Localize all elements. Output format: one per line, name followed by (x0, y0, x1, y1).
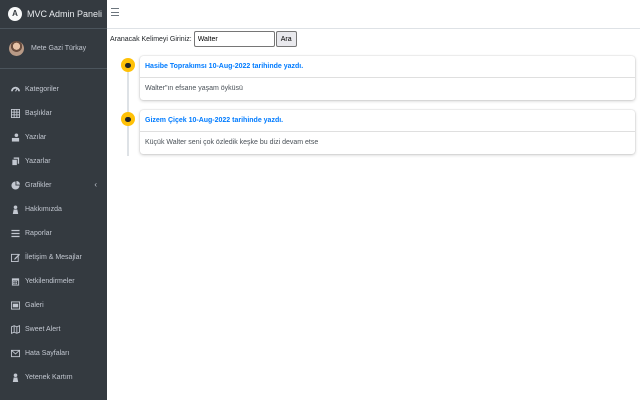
sidebar-item-grafikler[interactable]: Grafikler ‹ (0, 173, 107, 197)
sidebar-item-sweet-alert[interactable]: Sweet Alert (0, 317, 107, 341)
list-icon (11, 229, 20, 238)
edit-icon (11, 253, 20, 262)
sidebar-item-yetkilendirmeler[interactable]: Yetkilendirmeler (0, 269, 107, 293)
sidebar-item-hakkimizda[interactable]: Hakkımızda (0, 197, 107, 221)
sidebar: A MVC Admin Paneli Mete Gazi Türkay Kate… (0, 0, 107, 400)
user-panel[interactable]: Mete Gazi Türkay (0, 29, 107, 69)
main-content: Aranacak Kelimeyi Giriniz: Ara Hasibe To… (107, 29, 640, 400)
sidebar-item-yetenek-kartim[interactable]: Yetenek Kartım (0, 365, 107, 389)
writer-icon (11, 132, 20, 142)
copy-icon (11, 156, 20, 166)
timeline-item-header[interactable]: Hasibe Toprakımsı 10-Aug-2022 tarihinde … (140, 56, 635, 78)
timeline-line (127, 63, 129, 156)
sidebar-item-galeri[interactable]: Galeri (0, 293, 107, 317)
sidebar-item-label: Hakkımızda (25, 205, 62, 213)
avatar (9, 41, 24, 56)
sidebar-item-label: Başlıklar (25, 109, 52, 117)
top-navbar (107, 0, 640, 29)
sidebar-item-yazarlar[interactable]: Yazarlar (0, 149, 107, 173)
sidebar-item-label: Yetkilendirmeler (25, 277, 75, 285)
image-icon (11, 300, 20, 310)
dashboard-icon (11, 85, 20, 94)
brand-title: MVC Admin Paneli (27, 9, 103, 19)
sidebar-item-label: Kategoriler (25, 85, 59, 93)
sidebar-item-basliklar[interactable]: Başlıklar (0, 101, 107, 125)
sidebar-item-label: Yetenek Kartım (25, 373, 73, 381)
sidebar-item-hata-sayfalari[interactable]: Hata Sayfaları (0, 341, 107, 365)
calendar-icon (11, 277, 20, 286)
sidebar-item-kategoriler[interactable]: Kategoriler (0, 77, 107, 101)
pie-chart-icon (11, 180, 20, 190)
sidebar-item-label: İletişim & Mesajlar (25, 253, 82, 261)
timeline-item-body: Walter"ın efsane yaşam öyküsü (145, 85, 243, 92)
map-icon (11, 324, 20, 334)
timeline: Hasibe Toprakımsı 10-Aug-2022 tarihinde … (107, 29, 640, 400)
chevron-left-icon[interactable]: ‹ (94, 180, 97, 189)
sidebar-item-label: Raporlar (25, 229, 52, 237)
sidebar-item-iletisim[interactable]: İletişim & Mesajlar (0, 245, 107, 269)
hamburger-menu-icon[interactable] (111, 8, 119, 16)
sidebar-item-label: Galeri (25, 301, 44, 309)
sidebar-item-raporlar[interactable]: Raporlar (0, 221, 107, 245)
brand-logo-letter: A (12, 9, 18, 18)
sidebar-item-label: Sweet Alert (25, 325, 61, 333)
comment-icon (121, 58, 135, 72)
timeline-item: Gizem Çiçek 10-Aug-2022 tarihinde yazdı.… (140, 110, 635, 154)
sidebar-nav: Kategoriler Başlıklar Yazılar Yazarlar G… (0, 69, 107, 389)
sidebar-item-label: Yazarlar (25, 157, 51, 165)
timeline-item: Hasibe Toprakımsı 10-Aug-2022 tarihinde … (140, 56, 635, 100)
user-icon (11, 204, 20, 214)
user-name[interactable]: Mete Gazi Türkay (31, 45, 86, 52)
sidebar-item-label: Yazılar (25, 133, 47, 141)
timeline-item-body: Küçük Walter seni çok özledik keşke bu d… (145, 139, 319, 146)
table-icon (11, 108, 20, 118)
sidebar-item-label: Hata Sayfaları (25, 349, 70, 357)
timeline-item-header[interactable]: Gizem Çiçek 10-Aug-2022 tarihinde yazdı. (140, 110, 635, 132)
sidebar-item-yazilar[interactable]: Yazılar (0, 125, 107, 149)
sidebar-item-label: Grafikler (25, 181, 52, 189)
envelope-icon (11, 349, 20, 358)
brand-link[interactable]: A MVC Admin Paneli (0, 0, 107, 29)
user-icon (11, 372, 20, 382)
brand-logo-icon: A (8, 7, 22, 21)
comment-icon (121, 112, 135, 126)
